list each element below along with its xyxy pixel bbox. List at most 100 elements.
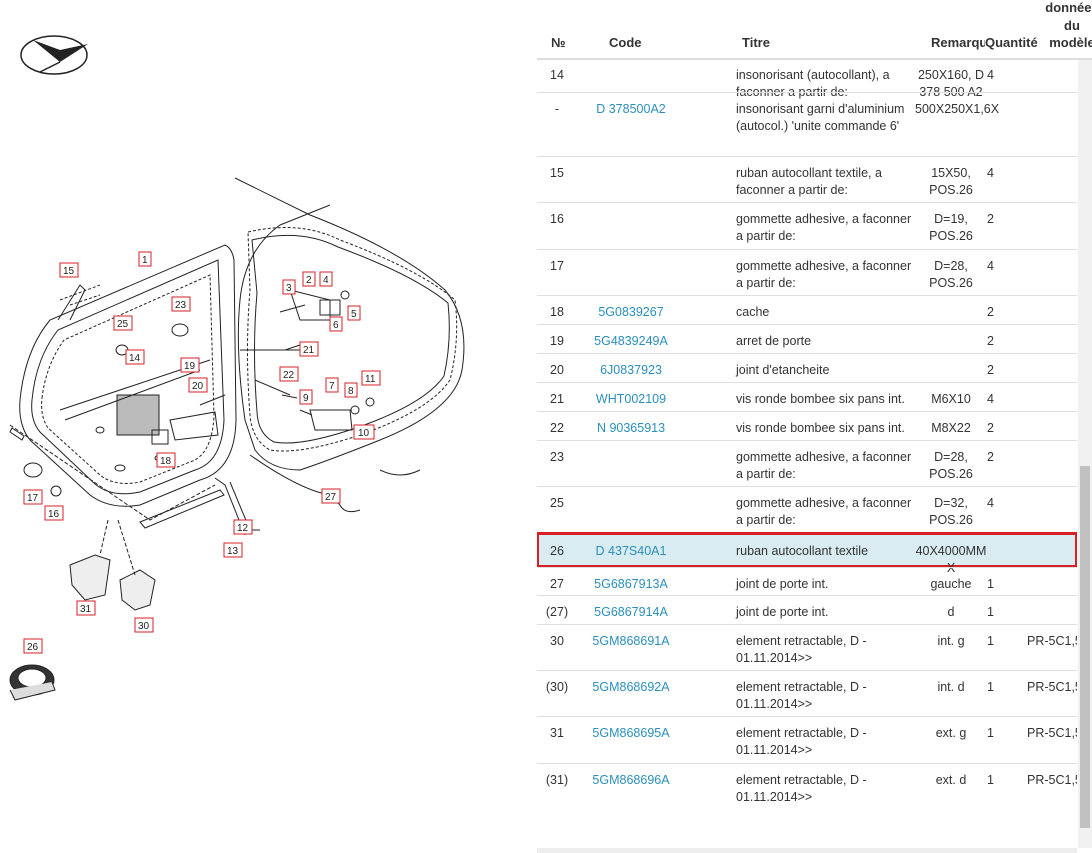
row-number: 18 <box>550 305 564 319</box>
callout-25: 25 <box>113 315 133 331</box>
part-remark: int. d <box>937 680 965 694</box>
header-code[interactable]: Code <box>609 35 642 50</box>
table-row[interactable]: (27) 5G6867914A joint de porte int. d 1 <box>537 595 1077 624</box>
part-code-link[interactable]: 5GM868692A <box>581 679 681 696</box>
part-code-link[interactable]: 6J0837923 <box>581 362 681 379</box>
svg-text:8: 8 <box>348 386 354 397</box>
svg-text:7: 7 <box>329 381 335 392</box>
part-code-link[interactable]: 5GM868695A <box>581 725 681 742</box>
row-number: 14 <box>550 68 564 82</box>
part-quantity: 2 <box>987 212 994 226</box>
header-modele-1: données <box>1045 0 1092 15</box>
part-title: element retractable, D - 01.11.2014>> <box>736 773 867 804</box>
table-row[interactable]: 20 6J0837923 joint d'etancheite 2 <box>537 353 1077 382</box>
svg-text:9: 9 <box>303 393 309 404</box>
callout-12: 12 <box>233 519 253 535</box>
svg-text:6: 6 <box>333 320 339 331</box>
table-header: № Code Titre Remarque Quantité données d… <box>537 0 1092 60</box>
part-title: joint de porte int. <box>736 577 829 591</box>
vertical-scrollbar-thumb[interactable] <box>1080 466 1090 828</box>
row-number: 20 <box>550 363 564 377</box>
part-remark: ext. d <box>935 773 967 787</box>
part-code-link[interactable]: 5GM868696A <box>581 772 681 789</box>
part-remark: D=28, POS.26 <box>929 450 973 481</box>
table-row[interactable]: 15 ruban autocollant textile, a faconner … <box>537 156 1077 202</box>
table-row[interactable]: (31) 5GM868696A element retractable, D - 0… <box>537 763 1077 809</box>
part-code-link[interactable]: N 90365913 <box>581 420 681 437</box>
table-row[interactable]: 19 5G4839249A arret de porte 2 <box>537 324 1077 353</box>
svg-text:5: 5 <box>351 309 357 320</box>
table-row-selected[interactable]: 26 D 437S40A1 ruban autocollant textile 40X… <box>537 532 1077 575</box>
part-remark: gauche <box>930 577 972 591</box>
table-row[interactable]: 14 insonorisant (autocollant), a faconner… <box>537 58 1077 99</box>
table-row[interactable]: 23 gommette adhesive, a faconner a partir… <box>537 440 1077 486</box>
part-quantity: 1 <box>987 680 994 694</box>
table-row[interactable]: (30) 5GM868692A element retractable, D - 0… <box>537 670 1077 716</box>
table-row[interactable]: 30 5GM868691A element retractable, D - 01.… <box>537 624 1077 670</box>
table-row[interactable]: 27 5G6867913A joint de porte int. gauche 1 <box>537 567 1077 595</box>
table-row[interactable]: 21 WHT002109 vis ronde bombee six pans int… <box>537 382 1077 411</box>
callout-19: 19 <box>180 357 200 373</box>
row-number: 25 <box>550 496 564 510</box>
table-rows: 14 insonorisant (autocollant), a faconner… <box>537 58 1077 809</box>
part-quantity: 1 <box>987 634 994 648</box>
header-quantite[interactable]: Quantité <box>985 35 1038 50</box>
svg-text:15: 15 <box>63 266 75 277</box>
part-code-link[interactable]: 5G4839249A <box>581 333 681 350</box>
row-number: 23 <box>550 450 564 464</box>
part-remark: D=28, POS.26 <box>929 259 973 290</box>
horizontal-scrollbar[interactable] <box>537 848 1077 853</box>
callout-14: 14 <box>125 349 145 365</box>
callout-27: 27 <box>321 488 341 504</box>
part-code-link[interactable]: D 437S40A1 <box>581 543 681 560</box>
row-number: 19 <box>550 334 564 348</box>
part-code-link[interactable]: D 378500A2 <box>581 101 681 118</box>
row-number: (27) <box>545 605 569 619</box>
part-title: gommette adhesive, a faconner a partir d… <box>736 450 912 481</box>
header-title[interactable]: Titre <box>742 35 770 50</box>
part-quantity: 1 <box>987 773 994 787</box>
table-row[interactable]: 25 gommette adhesive, a faconner a partir… <box>537 486 1077 533</box>
plane-logo-icon <box>20 35 88 75</box>
row-number: - <box>554 102 560 116</box>
table-row[interactable]: 17 gommette adhesive, a faconner a partir… <box>537 249 1077 295</box>
svg-text:12: 12 <box>237 523 249 534</box>
callout-20: 20 <box>188 377 208 393</box>
table-row[interactable]: 16 gommette adhesive, a faconner a partir… <box>537 202 1077 249</box>
callout-4: 4 <box>319 271 333 287</box>
part-code-link[interactable]: WHT002109 <box>581 391 681 408</box>
part-title: gommette adhesive, a faconner a partir d… <box>736 259 912 290</box>
header-no[interactable]: № <box>551 35 566 50</box>
part-quantity: 2 <box>987 334 994 348</box>
parts-diagram: 1 2 3 4 5 6 7 8 9 10 11 12 13 14 15 16 1… <box>9 35 465 701</box>
part-title: element retractable, D - 01.11.2014>> <box>736 680 867 711</box>
part-title: ruban autocollant textile <box>736 544 869 558</box>
row-number: 22 <box>550 421 564 435</box>
part-remark: ext. g <box>935 726 967 740</box>
table-row[interactable]: 18 5G0839267 cache 2 <box>537 295 1077 324</box>
svg-text:20: 20 <box>192 381 204 392</box>
part-quantity: 4 <box>987 166 994 180</box>
row-number: 21 <box>550 392 564 406</box>
part-code-link[interactable]: 5G6867914A <box>581 604 681 621</box>
svg-text:14: 14 <box>129 353 141 364</box>
svg-text:16: 16 <box>48 509 60 520</box>
table-row[interactable]: 22 N 90365913 vis ronde bombee six pans in… <box>537 411 1077 440</box>
callout-6: 6 <box>329 316 343 332</box>
callout-23: 23 <box>171 296 191 312</box>
part-quantity: 4 <box>987 68 994 82</box>
header-modele-3[interactable]: modèle <box>1042 35 1092 50</box>
part-remark: D=19, POS.26 <box>929 212 973 243</box>
svg-text:19: 19 <box>184 361 196 372</box>
part-code-link[interactable]: 5G0839267 <box>581 304 681 321</box>
part-model-data: PR-5C1,5 <box>1027 773 1077 787</box>
part-code-link[interactable]: 5G6867913A <box>581 576 681 593</box>
row-number: 31 <box>550 726 564 740</box>
svg-text:3: 3 <box>286 283 292 294</box>
table-row[interactable]: 31 5GM868695A element retractable, D - 01.… <box>537 716 1077 763</box>
svg-text:18: 18 <box>160 456 172 467</box>
table-row[interactable]: - D 378500A2 insonorisant garni d'aluminiu… <box>537 92 1077 156</box>
part-code-link[interactable]: 5GM868691A <box>581 633 681 650</box>
part-title: insonorisant garni d'aluminium (autocol.… <box>736 102 905 133</box>
table-body: 14 insonorisant (autocollant), a faconner… <box>537 58 1077 848</box>
